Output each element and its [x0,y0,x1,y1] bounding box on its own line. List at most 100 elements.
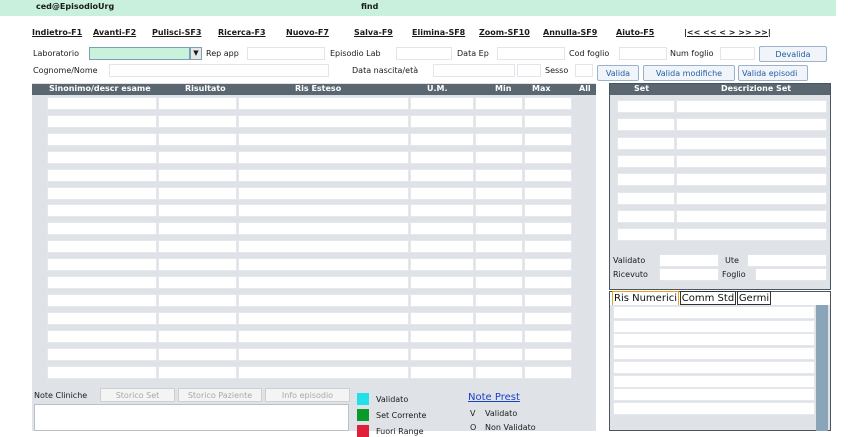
results-grid-cell[interactable] [158,222,237,236]
results-grid-cell[interactable] [524,293,572,307]
aiuto-link[interactable]: Aiuto-F5 [616,28,654,37]
results-grid-cell[interactable] [238,186,409,200]
results-grid-cell[interactable] [410,168,474,182]
results-grid-cell[interactable] [158,329,237,343]
results-grid-cell[interactable] [158,240,237,254]
results-grid-cell[interactable] [410,365,474,379]
set-panel-cell[interactable] [676,154,827,168]
set-panel-cell[interactable] [676,118,827,132]
results-grid-cell[interactable] [524,276,572,289]
annulla-link[interactable]: Annulla-SF9 [543,28,597,37]
results-grid-cell[interactable] [524,347,572,361]
ris-numerici-cell[interactable] [613,388,815,402]
ris-numerici-cell[interactable] [613,333,815,347]
results-grid-cell[interactable] [47,132,157,146]
results-grid-cell[interactable] [158,132,237,146]
results-grid-cell[interactable] [238,240,409,254]
set-panel-cell[interactable] [676,173,827,187]
results-grid-cell[interactable] [475,347,523,361]
results-grid-cell[interactable] [524,365,572,379]
results-grid-cell[interactable] [158,293,237,307]
results-grid-cell[interactable] [410,258,474,272]
set-panel-cell[interactable] [617,100,675,113]
sesso-input[interactable] [575,64,593,77]
ris-numerici-cell[interactable] [613,319,815,333]
cognome-nome-input[interactable] [109,64,329,77]
results-grid-cell[interactable] [158,186,237,200]
results-grid-cell[interactable] [410,222,474,236]
results-grid-cell[interactable] [238,132,409,146]
results-grid-cell[interactable] [524,329,572,343]
results-grid-cell[interactable] [238,150,409,164]
results-grid-cell[interactable] [475,132,523,146]
pulisci-link[interactable]: Pulisci-SF3 [152,28,201,37]
results-grid-cell[interactable] [158,204,237,218]
cod-foglio-input[interactable] [619,47,667,60]
results-grid-cell[interactable] [410,150,474,164]
results-grid-cell[interactable] [47,168,157,182]
results-grid-cell[interactable] [524,97,572,110]
results-grid-cell[interactable] [410,186,474,200]
results-grid-cell[interactable] [238,168,409,182]
results-grid-cell[interactable] [410,97,474,110]
results-grid-cell[interactable] [475,204,523,218]
results-grid-cell[interactable] [158,114,237,128]
ris-numerici-cell[interactable] [613,401,815,415]
results-grid-cell[interactable] [475,114,523,128]
results-grid-cell[interactable] [524,311,572,325]
results-grid-cell[interactable] [524,132,572,146]
info-episodio-button[interactable]: Info episodio [265,388,350,402]
storico-paziente-button[interactable]: Storico Paziente [178,388,262,402]
results-grid-cell[interactable] [410,329,474,343]
results-grid-cell[interactable] [410,132,474,146]
results-grid-cell[interactable] [158,97,237,110]
ris-numerici-cell[interactable] [613,374,815,388]
results-grid-cell[interactable] [47,204,157,218]
note-prest-link[interactable]: Note Prest [468,392,520,403]
results-grid-cell[interactable] [524,168,572,182]
ris-numerici-cell[interactable] [613,360,815,374]
set-panel-cell[interactable] [617,154,675,168]
results-grid-cell[interactable] [410,114,474,128]
results-grid-cell[interactable] [524,240,572,254]
set-panel-cell[interactable] [617,173,675,187]
set-ricevuto-input[interactable] [659,268,719,281]
results-grid-cell[interactable] [47,150,157,164]
record-navigation-links[interactable]: |<< << < > >> >>| [684,28,771,37]
ris-numerici-cell[interactable] [613,347,815,361]
results-grid-cell[interactable] [238,222,409,236]
nuovo-link[interactable]: Nuovo-F7 [286,28,329,37]
results-grid-cell[interactable] [410,293,474,307]
results-grid-cell[interactable] [238,329,409,343]
tab-comm-std[interactable]: Comm Std [680,291,736,305]
results-grid-cell[interactable] [475,240,523,254]
results-grid-cell[interactable] [47,186,157,200]
results-grid-cell[interactable] [47,329,157,343]
results-grid-cell[interactable] [410,204,474,218]
results-grid-cell[interactable] [158,365,237,379]
valida-episodio-button[interactable]: Valida episodi [738,65,808,81]
results-grid-cell[interactable] [524,150,572,164]
set-panel-cell[interactable] [676,100,827,113]
results-grid-cell[interactable] [47,276,157,289]
results-grid-cell[interactable] [47,240,157,254]
ricerca-link[interactable]: Ricerca-F3 [218,28,266,37]
dropdown-arrow-icon[interactable]: ▼ [190,47,202,60]
set-ute-input[interactable] [747,254,827,267]
episodio-lab-input[interactable] [396,47,452,60]
avanti-link[interactable]: Avanti-F2 [93,28,136,37]
set-validato-input[interactable] [659,254,719,267]
results-grid-cell[interactable] [524,222,572,236]
results-grid-cell[interactable] [410,276,474,289]
results-grid-cell[interactable] [238,293,409,307]
results-grid-cell[interactable] [158,150,237,164]
results-grid-cell[interactable] [524,186,572,200]
results-grid-cell[interactable] [475,97,523,110]
results-grid-cell[interactable] [524,204,572,218]
set-panel-cell[interactable] [617,136,675,150]
results-grid-cell[interactable] [47,365,157,379]
rep-app-input[interactable] [247,47,325,60]
results-grid-cell[interactable] [475,150,523,164]
note-cliniche-textarea[interactable] [34,404,349,431]
set-panel-cell[interactable] [676,209,827,223]
